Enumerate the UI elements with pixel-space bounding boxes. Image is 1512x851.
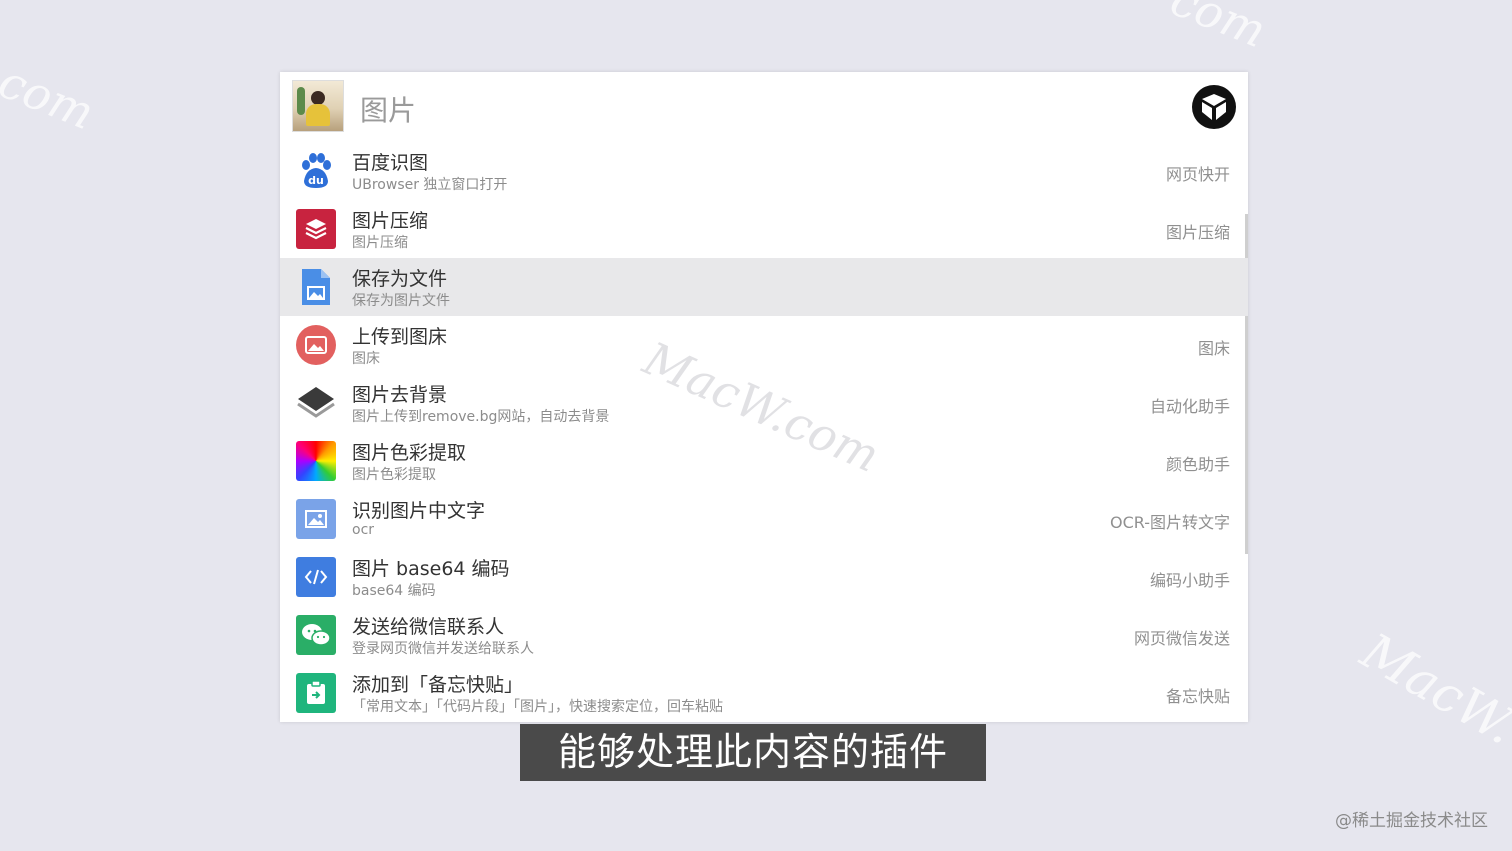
ocr-image-icon: [296, 499, 336, 539]
item-plugin: 备忘快贴: [1165, 687, 1230, 706]
image-file-icon: [296, 267, 336, 307]
list-item-selected[interactable]: 保存为文件 保存为图片文件: [280, 258, 1248, 316]
watermark-topright: com: [1163, 0, 1274, 59]
item-plugin: 自动化助手: [1149, 397, 1230, 416]
item-desc: ocr: [352, 522, 375, 538]
watermark-right: MacW.: [1351, 621, 1512, 757]
list-item[interactable]: 识别图片中文字 ocr OCR-图片转文字: [280, 490, 1248, 548]
item-title: 识别图片中文字: [352, 500, 486, 522]
list-item[interactable]: 上传到图床 图床 图床: [280, 316, 1248, 374]
item-plugin: 图片压缩: [1165, 223, 1230, 242]
svg-text:du: du: [308, 174, 324, 187]
list-item[interactable]: 图片色彩提取 图片色彩提取 颜色助手: [280, 432, 1248, 490]
list-item[interactable]: 发送给微信联系人 登录网页微信并发送给联系人 网页微信发送: [280, 606, 1248, 664]
item-desc: UBrowser 独立窗口打开: [352, 177, 508, 193]
item-desc: 图床: [352, 351, 380, 367]
item-plugin: 图床: [1197, 339, 1230, 358]
item-desc: 「常用文本」「代码片段」「图片」，快速搜索定位，回车粘贴: [352, 699, 723, 715]
item-desc: 图片压缩: [352, 235, 408, 251]
item-title: 保存为文件: [352, 268, 448, 290]
utools-logo-icon[interactable]: [1192, 85, 1236, 129]
list-item[interactable]: 图片压缩 图片压缩 图片压缩: [280, 200, 1248, 258]
search-bar: 图片: [280, 72, 1248, 142]
list-item[interactable]: 图片 base64 编码 base64 编码 编码小助手: [280, 548, 1248, 606]
baidu-paw-icon: du: [296, 151, 336, 191]
wechat-icon: [296, 615, 336, 655]
item-plugin: 网页快开: [1165, 165, 1230, 184]
color-wheel-icon: [296, 441, 336, 481]
item-desc: 图片上传到remove.bg网站，自动去背景: [352, 409, 610, 425]
item-desc: 登录网页微信并发送给联系人: [352, 641, 534, 657]
item-plugin: 网页微信发送: [1133, 629, 1230, 648]
item-title: 百度识图: [352, 152, 429, 174]
item-plugin: 颜色助手: [1165, 455, 1230, 474]
item-plugin: 编码小助手: [1149, 571, 1230, 590]
credit-watermark: @稀土掘金技术社区: [1335, 811, 1488, 831]
item-title: 添加到「备忘快贴」: [352, 674, 524, 696]
list-item[interactable]: 添加到「备忘快贴」 「常用文本」「代码片段」「图片」，快速搜索定位，回车粘贴 备…: [280, 664, 1248, 722]
item-title: 图片压缩: [352, 210, 429, 232]
watermark-left: com: [0, 53, 102, 141]
code-icon: [296, 557, 336, 597]
list-item[interactable]: du 百度识图 UBrowser 独立窗口打开 网页快开: [280, 142, 1248, 200]
clipboard-icon: [296, 673, 336, 713]
item-title: 图片色彩提取: [352, 442, 467, 464]
layer-stack-icon: [296, 383, 336, 423]
image-thumbnail[interactable]: [292, 80, 344, 132]
item-title: 上传到图床: [352, 326, 448, 348]
item-desc: 保存为图片文件: [352, 293, 450, 309]
item-plugin: OCR-图片转文字: [1109, 513, 1230, 532]
item-desc: base64 编码: [352, 583, 436, 599]
item-desc: 图片色彩提取: [352, 467, 436, 483]
layers-compress-icon: [296, 209, 336, 249]
item-title: 图片去背景: [352, 384, 448, 406]
video-subtitle: 能够处理此内容的插件: [520, 724, 986, 781]
image-upload-icon: [296, 325, 336, 365]
item-title: 图片 base64 编码: [352, 558, 510, 580]
search-query[interactable]: 图片: [360, 89, 416, 129]
item-title: 发送给微信联系人: [352, 616, 505, 638]
